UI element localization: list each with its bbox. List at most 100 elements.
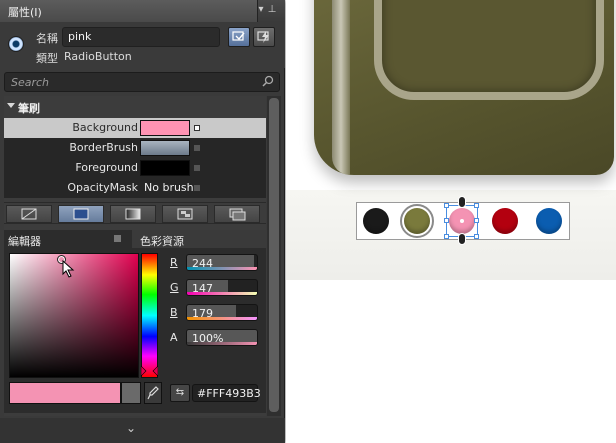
tab-color-resources-label: 色彩資源 (140, 235, 184, 248)
device-body-image (314, 0, 614, 175)
property-name: Background (72, 121, 138, 134)
gradient-brush-icon (125, 208, 141, 220)
property-row-background[interactable]: Background (4, 118, 266, 138)
radio-button-blue[interactable] (536, 208, 562, 234)
eyedropper-icon (147, 386, 159, 400)
new-color-swatch (9, 382, 121, 404)
red-gradient (187, 267, 257, 270)
resize-handle[interactable] (444, 234, 449, 239)
object-info: 名稱 pink 類型 RadioButton (0, 22, 285, 68)
hue-slider[interactable] (141, 253, 158, 378)
properties-panel: 屬性(I) ▾ ⊥ 名稱 pink 類型 RadioButton Search (0, 0, 285, 443)
resize-handle[interactable] (474, 218, 479, 223)
panel-title: 屬性(I) (8, 6, 42, 19)
radio-button-red[interactable] (492, 208, 518, 234)
alpha-channel-input[interactable]: 100% (186, 329, 258, 346)
device-screen (374, 0, 604, 100)
properties-icon (232, 31, 245, 41)
blue-channel-label: B (170, 306, 178, 319)
properties-content: 筆刷 Background BorderBrush Foreground Opa… (4, 96, 266, 416)
resize-handle[interactable] (444, 203, 449, 208)
tab-editor-label: 編輯器 (8, 235, 41, 248)
radio-button-black[interactable] (363, 208, 389, 234)
chevron-down-icon[interactable]: ⌄ (124, 421, 138, 435)
search-placeholder: Search (11, 76, 50, 89)
alpha-gradient (187, 342, 257, 345)
property-name: OpacityMask (67, 181, 138, 194)
color-format-toggle-button[interactable]: ⇆ (170, 384, 190, 402)
color-subtabs: 編輯器 色彩資源 (4, 230, 266, 248)
eyedropper-button[interactable] (144, 382, 162, 404)
saturation-value-picker[interactable] (9, 253, 139, 378)
solid-brush-tab[interactable] (58, 205, 104, 223)
lightning-icon (257, 31, 269, 43)
no-brush-icon (21, 208, 37, 220)
red-channel-label: R (170, 256, 178, 269)
properties-scrollbar[interactable] (267, 96, 281, 416)
center-point[interactable] (460, 219, 464, 223)
property-row-borderbrush[interactable]: BorderBrush (4, 138, 266, 158)
collapse-bar: ⌄ (0, 418, 285, 443)
expand-arrow-icon (7, 103, 15, 108)
properties-mode-button[interactable] (228, 27, 250, 47)
previous-color-swatch[interactable] (121, 382, 141, 404)
advanced-options-marker[interactable] (194, 165, 200, 171)
tile-brush-icon (177, 208, 193, 220)
rotate-handle-bottom[interactable] (458, 233, 466, 245)
tab-editor[interactable]: 編輯器 (4, 230, 132, 248)
opacitymask-value: No brush (144, 181, 194, 194)
tile-brush-tab[interactable] (162, 205, 208, 223)
search-input[interactable]: Search (4, 72, 280, 92)
device-edge (332, 0, 350, 175)
events-mode-button[interactable] (253, 27, 275, 47)
brush-type-tabs (4, 202, 266, 224)
alpha-channel-label: A (170, 331, 178, 344)
green-channel-input[interactable]: 147 (186, 279, 258, 296)
name-label: 名稱 (36, 32, 58, 45)
panel-title-tab[interactable]: 屬性(I) (0, 0, 258, 22)
hex-color-value: #FFF493B3 (197, 387, 261, 400)
pin-icon[interactable]: ⊥ (266, 4, 278, 16)
background-swatch[interactable] (140, 120, 190, 136)
color-editor: R 244 G 147 B 179 A 100% ⇆ #FFF493B3 (4, 248, 266, 413)
tab-marker (114, 235, 121, 242)
red-channel-input[interactable]: 244 (186, 254, 258, 271)
tab-color-resources[interactable]: 色彩資源 (136, 230, 188, 248)
radio-button-tray (356, 196, 570, 245)
gradient-brush-tab[interactable] (110, 205, 156, 223)
radio-button-olive[interactable] (404, 208, 430, 234)
blue-gradient (187, 317, 257, 320)
hue-slider-thumb[interactable] (141, 366, 158, 376)
design-surface (286, 0, 616, 443)
no-brush-tab[interactable] (6, 205, 52, 223)
foreground-swatch[interactable] (140, 160, 190, 176)
advanced-options-marker[interactable] (194, 125, 200, 131)
panel-titlebar: 屬性(I) ▾ ⊥ (0, 0, 285, 22)
hex-color-input[interactable]: #FFF493B3 (192, 384, 261, 402)
blue-channel-input[interactable]: 179 (186, 304, 258, 321)
resize-handle[interactable] (444, 218, 449, 223)
resize-handle[interactable] (474, 203, 479, 208)
search-icon[interactable] (262, 75, 274, 87)
name-input[interactable]: pink (62, 27, 220, 47)
resize-handle[interactable] (474, 234, 479, 239)
property-name: Foreground (75, 161, 138, 174)
borderbrush-swatch[interactable] (140, 140, 190, 156)
brushes-category-label: 筆刷 (18, 102, 40, 115)
property-name: BorderBrush (69, 141, 138, 154)
name-value: pink (68, 30, 92, 43)
radio-button-type-icon (8, 36, 24, 52)
rotate-handle-top[interactable] (458, 196, 466, 208)
mouse-cursor-icon (62, 260, 75, 278)
green-gradient (187, 292, 257, 295)
property-row-opacitymask[interactable]: OpacityMask No brush (4, 178, 266, 198)
scrollbar-thumb[interactable] (269, 98, 279, 412)
green-channel-label: G (170, 281, 179, 294)
advanced-options-marker[interactable] (194, 185, 200, 191)
property-row-foreground[interactable]: Foreground (4, 158, 266, 178)
type-value: RadioButton (64, 50, 132, 63)
advanced-options-marker[interactable] (194, 145, 200, 151)
resource-brush-tab[interactable] (214, 205, 260, 223)
brushes-category-header[interactable]: 筆刷 (4, 98, 266, 116)
brush-resources-icon (229, 208, 246, 221)
